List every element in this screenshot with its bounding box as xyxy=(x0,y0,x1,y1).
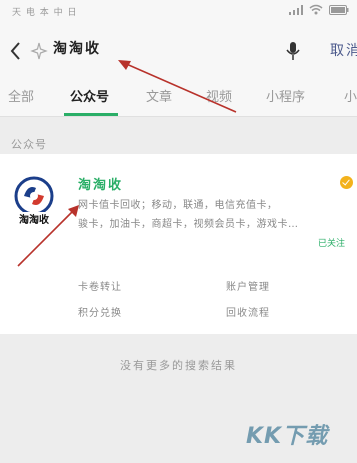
account-logo-text: 淘淘收 xyxy=(19,213,49,226)
tab-official-accounts[interactable]: 公众号 xyxy=(70,86,109,105)
description-line-2: 骏卡，加油卡，商超卡，视频会员卡，游戏卡… xyxy=(78,219,299,230)
active-tab-indicator xyxy=(64,113,118,116)
tab-videos[interactable]: 视频 xyxy=(206,86,232,105)
verified-badge-icon xyxy=(340,176,353,189)
microphone-icon[interactable] xyxy=(285,40,301,62)
no-more-results: 没有更多的搜索结果 xyxy=(120,359,237,372)
tab-articles[interactable]: 文章 xyxy=(146,86,172,105)
search-header: 淘淘收 取消 xyxy=(0,26,357,76)
search-spark-icon xyxy=(30,42,48,60)
search-input[interactable]: 淘淘收 xyxy=(53,38,101,58)
carrier-text: 天 电 本 中 日 xyxy=(12,8,78,18)
account-description: 网卡值卡回收；移动，联通，电信充值卡， 骏卡，加油卡，商超卡，视频会员卡，游戏卡… xyxy=(78,196,352,234)
account-logo[interactable]: 淘淘收 xyxy=(10,176,58,226)
menu-item-recycle-process[interactable]: 回收流程 xyxy=(226,304,270,319)
description-line-1: 网卡值卡回收；移动，联通，电信充值卡， xyxy=(78,200,278,211)
status-icons xyxy=(289,4,349,15)
battery-icon xyxy=(329,4,349,15)
menu-item-points-exchange[interactable]: 积分兑换 xyxy=(78,304,122,319)
signal-icon xyxy=(289,4,303,15)
search-tabs: 全部 公众号 文章 视频 小程序 小 xyxy=(0,76,357,117)
tab-more[interactable]: 小 xyxy=(344,86,357,105)
account-name[interactable]: 淘淘收 xyxy=(78,174,123,193)
status-bar: 天 电 本 中 日 xyxy=(0,0,357,26)
tab-all[interactable]: 全部 xyxy=(8,86,34,105)
menu-item-card-transfer[interactable]: 卡卷转让 xyxy=(78,278,122,293)
menu-item-account-management[interactable]: 账户管理 xyxy=(226,278,270,293)
account-result-card[interactable]: 淘淘收 淘淘收 网卡值卡回收；移动，联通，电信充值卡， 骏卡，加油卡，商超卡，视… xyxy=(0,154,357,334)
section-label: 公众号 xyxy=(11,138,47,151)
tab-mini-programs[interactable]: 小程序 xyxy=(266,86,305,105)
follow-status: 已关注 xyxy=(318,239,346,249)
watermark: KK下载 xyxy=(246,424,329,449)
back-arrow-icon[interactable] xyxy=(6,38,28,64)
wifi-icon xyxy=(309,4,323,15)
cancel-button[interactable]: 取消 xyxy=(330,40,357,60)
